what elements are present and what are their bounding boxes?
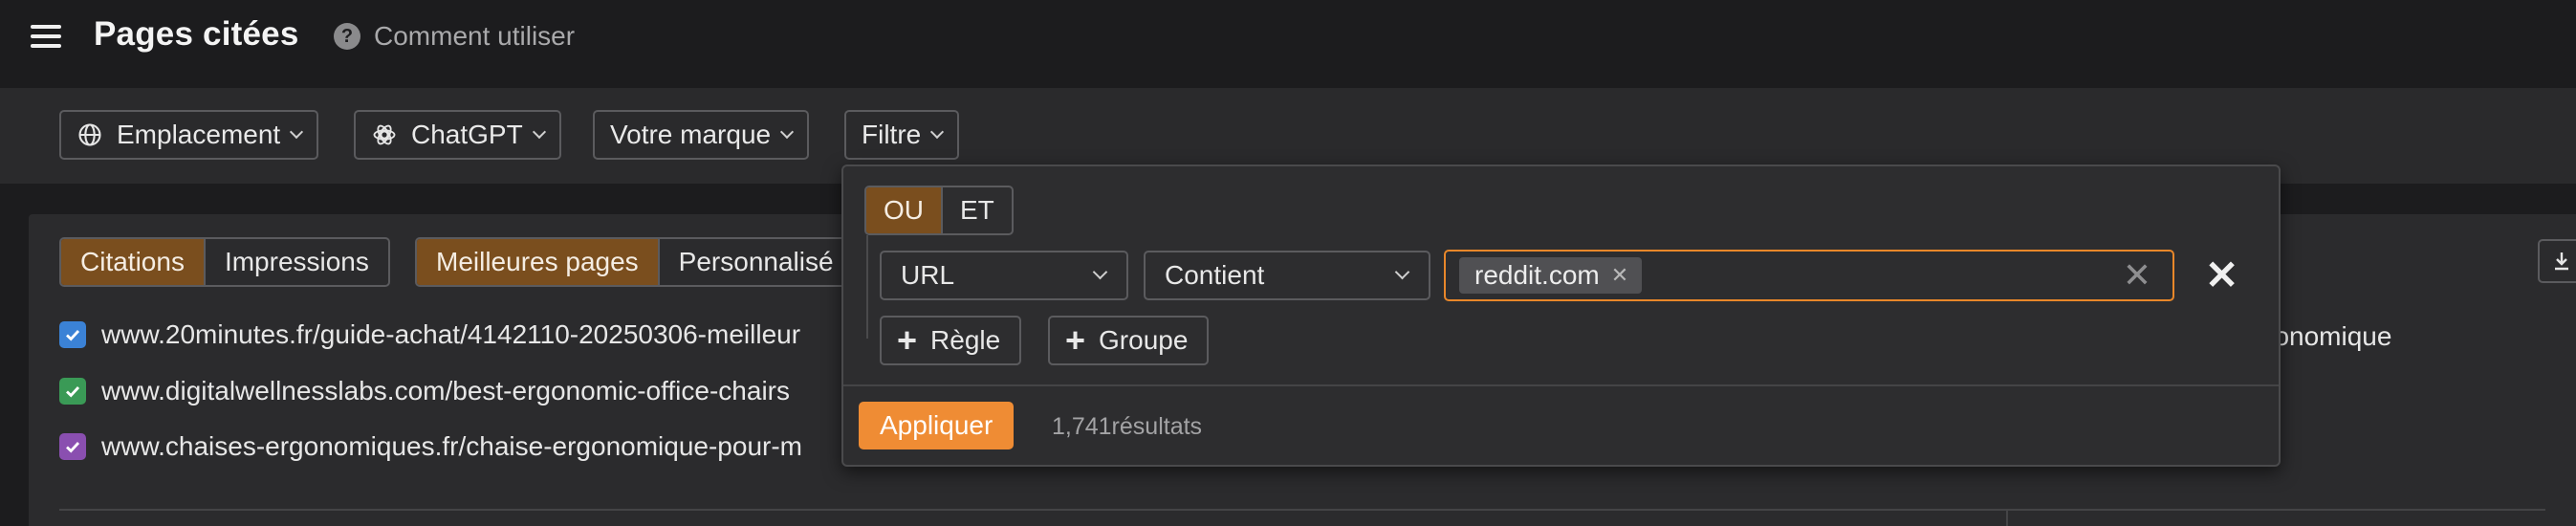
model-label: ChatGPT [411,120,523,149]
chevron-down-icon [532,124,546,140]
list-item: www.20minutes.fr/guide-achat/4142110-202… [59,318,800,351]
plus-icon: + [1065,320,1086,360]
view-toggle: Meilleures pages Personnalisé [415,237,855,287]
add-rule-label: Règle [930,325,1001,355]
field-select-value: URL [901,260,955,290]
checkbox[interactable] [59,321,86,348]
plus-icon: + [897,320,918,360]
download-button[interactable] [2538,239,2576,283]
check-icon [66,330,80,341]
chevron-down-icon [1092,264,1108,280]
page: Pages citées ? Comment utiliser Emplacem… [0,0,2576,526]
menu-icon[interactable] [31,23,61,50]
brand-dropdown[interactable]: Votre marque [593,110,810,160]
field-select[interactable]: URL [880,251,1128,300]
chevron-down-icon [930,124,945,140]
operator-select-value: Contient [1165,260,1265,290]
filter-dropdown[interactable]: Filtre [844,110,960,160]
url-label[interactable]: www.digitalwellnesslabs.com/best-ergonom… [101,376,790,406]
value-tag-input[interactable]: reddit.com ✕ ✕ [1444,250,2174,301]
page-header: Pages citées ? Comment utiliser [0,0,2576,88]
tag-label: reddit.com [1474,260,1600,290]
clear-icon[interactable]: ✕ [2123,258,2151,293]
list-item: www.chaises-ergonomiques.fr/chaise-ergon… [59,430,802,463]
list-item: www.digitalwellnesslabs.com/best-ergonom… [59,375,790,407]
checkbox[interactable] [59,433,86,460]
chevron-down-icon [1394,264,1410,280]
add-rule-button[interactable]: + Règle [880,316,1022,365]
divider [843,384,2279,386]
apply-button[interactable]: Appliquer [859,402,1015,449]
filter-popover: OU ET URL Contient reddit.com ✕ ✕ ✕ + Rè… [841,164,2281,467]
help-icon[interactable]: ? [334,23,360,50]
url-label[interactable]: www.20minutes.fr/guide-achat/4142110-202… [101,319,800,350]
model-dropdown[interactable]: ChatGPT [354,110,561,160]
tab-custom[interactable]: Personnalisé [660,239,853,285]
download-icon [2555,252,2568,271]
results-count: 1,741résultats [1052,413,1203,440]
operator-select[interactable]: Contient [1144,251,1430,300]
help-link[interactable]: Comment utiliser [374,21,575,52]
check-icon [66,386,80,398]
value-tag: reddit.com ✕ [1459,257,1643,294]
filter-label: Filtre [862,120,922,149]
globe-icon [76,121,103,148]
tab-citations[interactable]: Citations [61,239,206,285]
tab-impressions[interactable]: Impressions [206,239,388,285]
close-icon[interactable]: ✕ [2205,255,2238,296]
chevron-down-icon [780,124,795,140]
openai-icon [371,121,398,148]
checkbox[interactable] [59,378,86,405]
rule-tree-line [866,235,868,339]
brand-label: Votre marque [610,120,772,149]
url-label[interactable]: www.chaises-ergonomiques.fr/chaise-ergon… [101,431,802,462]
location-label: Emplacement [117,120,281,149]
logic-toggle: OU ET [864,186,1014,235]
tab-top-pages[interactable]: Meilleures pages [417,239,660,285]
page-title: Pages citées [94,15,299,53]
tag-remove-icon[interactable]: ✕ [1611,263,1628,288]
logic-or[interactable]: OU [866,187,943,233]
divider [59,509,2545,511]
chevron-down-icon [290,124,304,140]
location-dropdown[interactable]: Emplacement [59,110,319,160]
logic-and[interactable]: ET [943,187,1012,233]
add-group-label: Groupe [1099,325,1189,355]
add-group-button[interactable]: + Groupe [1048,316,1210,365]
metric-toggle: Citations Impressions [59,237,390,287]
check-icon [66,442,80,453]
divider [2006,511,2008,526]
